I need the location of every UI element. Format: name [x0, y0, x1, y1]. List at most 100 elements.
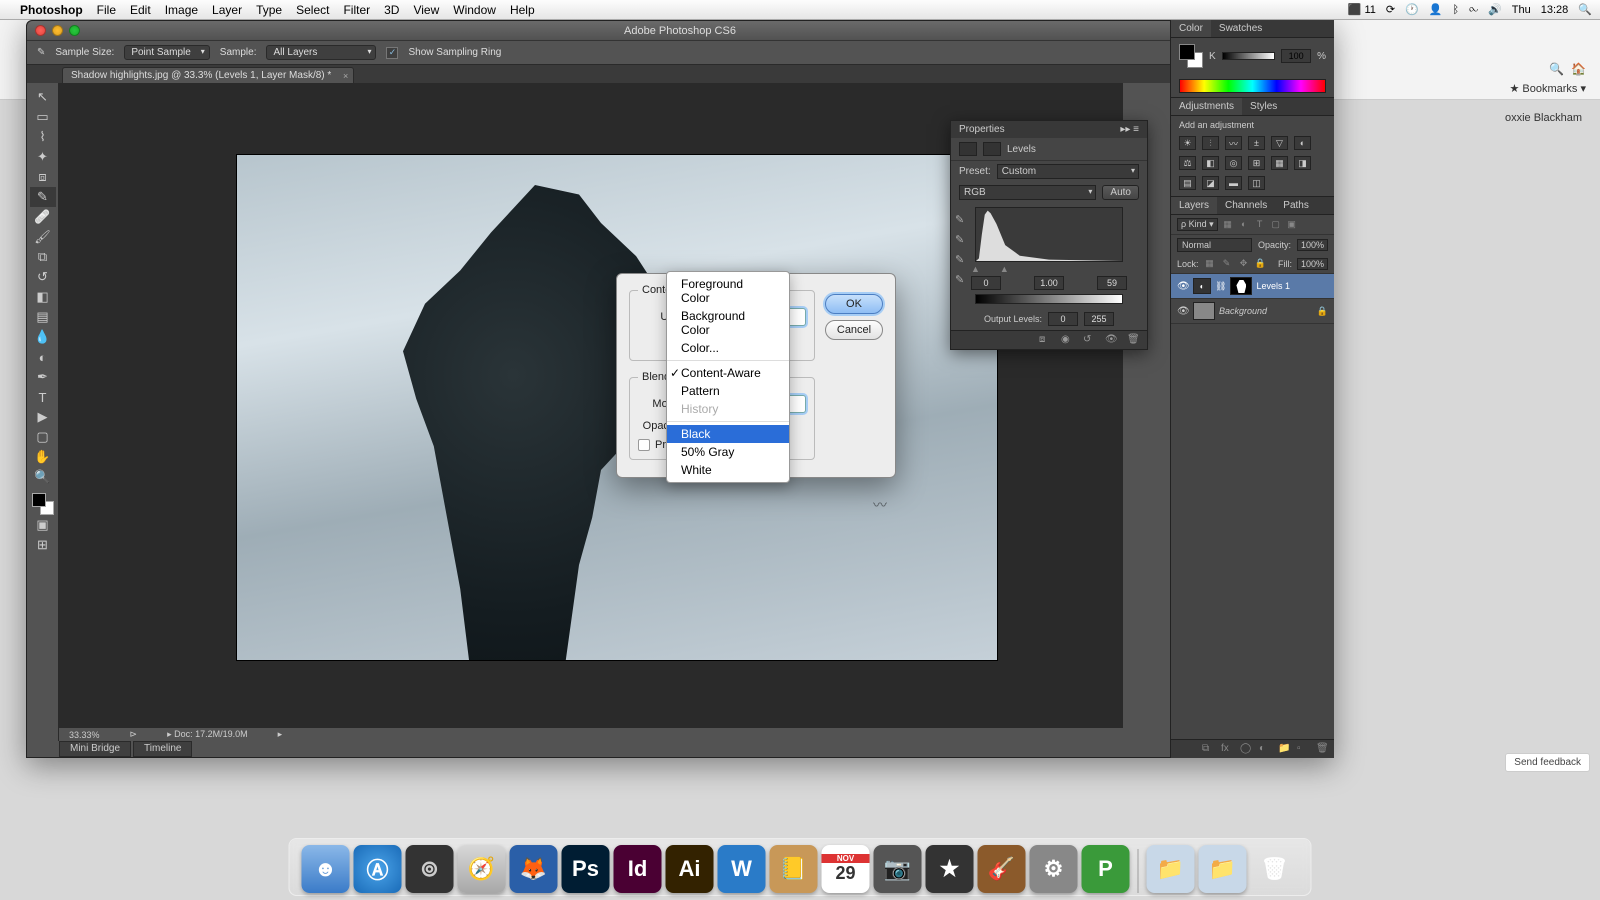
dock-folder-2[interactable]: 📁 — [1199, 845, 1247, 893]
zoom-slider-icon[interactable]: ⊳ — [130, 729, 138, 740]
menu-image[interactable]: Image — [165, 3, 198, 17]
view-previous-icon[interactable]: ◉ — [1061, 334, 1075, 346]
levels-icon[interactable] — [959, 142, 977, 156]
clip-to-layer-icon[interactable]: ⧈ — [1039, 334, 1053, 346]
home-icon[interactable]: 🏠 — [1571, 62, 1586, 76]
tab-styles[interactable]: Styles — [1242, 98, 1285, 115]
adobe-indicator[interactable]: ⬛ 11 — [1348, 3, 1376, 16]
adj-hue-icon[interactable]: ◐ — [1294, 136, 1311, 150]
sample-dropdown[interactable]: All Layers — [266, 45, 376, 60]
brush-tool[interactable]: 🖌 — [30, 227, 56, 247]
tab-paths[interactable]: Paths — [1275, 197, 1317, 214]
dodge-tool[interactable]: ◐ — [30, 347, 56, 367]
adj-selective-icon[interactable]: ◫ — [1248, 176, 1265, 190]
close-tab-icon[interactable]: × — [343, 71, 348, 81]
bookmarks-label[interactable]: Bookmarks — [1522, 83, 1577, 95]
layer-fx-icon[interactable]: fx — [1221, 743, 1233, 755]
adj-colorbalance-icon[interactable]: ⚖ — [1179, 156, 1196, 170]
lock-pixels-icon[interactable]: ✎ — [1221, 258, 1233, 270]
wifi-icon[interactable]: ⧜ — [1469, 3, 1478, 16]
tab-swatches[interactable]: Swatches — [1211, 20, 1270, 37]
fill-value[interactable]: 100% — [1297, 258, 1328, 270]
quick-mask-toggle[interactable]: ▣ — [30, 515, 56, 535]
dock-calendar[interactable]: NOV29 — [822, 845, 870, 893]
option-pattern[interactable]: Pattern — [667, 382, 789, 400]
output-gradient[interactable] — [975, 294, 1123, 304]
document-tab[interactable]: Shadow highlights.jpg @ 33.3% (Levels 1,… — [62, 67, 354, 83]
magic-wand-tool[interactable]: ✦ — [30, 147, 56, 167]
adj-bw-icon[interactable]: ◧ — [1202, 156, 1219, 170]
user-name[interactable]: oxxie Blackham — [1505, 112, 1582, 124]
hand-tool[interactable]: ✋ — [30, 447, 56, 467]
rectangle-tool[interactable]: ▢ — [30, 427, 56, 447]
dock-firefox[interactable]: 🦊 — [510, 845, 558, 893]
tab-adjustments[interactable]: Adjustments — [1171, 98, 1242, 115]
output-low[interactable] — [1048, 312, 1078, 326]
eyedropper-black-icon[interactable]: ✎ — [955, 213, 969, 227]
adj-levels-icon[interactable]: ⫶ — [1202, 136, 1219, 150]
menu-type[interactable]: Type — [256, 3, 282, 17]
opacity-value[interactable]: 100% — [1297, 239, 1328, 251]
adj-channelmix-icon[interactable]: ⊞ — [1248, 156, 1265, 170]
menu-layer[interactable]: Layer — [212, 3, 242, 17]
filter-shape-icon[interactable]: ▢ — [1270, 219, 1282, 231]
input-shadows[interactable] — [971, 276, 1001, 290]
reset-icon[interactable]: ↺ — [1083, 334, 1097, 346]
menu-window[interactable]: Window — [453, 3, 496, 17]
search-icon[interactable]: 🔍 — [1549, 62, 1564, 76]
k-slider[interactable] — [1222, 52, 1275, 60]
marquee-tool[interactable]: ▭ — [30, 107, 56, 127]
new-layer-icon[interactable]: ▫ — [1297, 743, 1309, 755]
output-high[interactable] — [1084, 312, 1114, 326]
sampling-ring-checkbox[interactable]: ✓ — [386, 47, 398, 59]
layer-name[interactable]: Levels 1 — [1256, 281, 1290, 291]
path-selection-tool[interactable]: ▶ — [30, 407, 56, 427]
input-highlights[interactable] — [1097, 276, 1127, 290]
properties-tab[interactable]: Properties — [959, 124, 1005, 135]
healing-brush-tool[interactable]: 🩹 — [30, 207, 56, 227]
adj-threshold-icon[interactable]: ◪ — [1202, 176, 1219, 190]
clock-day[interactable]: Thu — [1512, 4, 1531, 16]
dock-contacts[interactable]: 📒 — [770, 845, 818, 893]
delete-adjustment-icon[interactable]: 🗑 — [1127, 334, 1141, 346]
app-menu[interactable]: Photoshop — [20, 3, 83, 17]
pen-tool[interactable]: ✒ — [30, 367, 56, 387]
clock-icon[interactable]: 🕐 — [1405, 3, 1419, 16]
tab-layers[interactable]: Layers — [1171, 197, 1217, 214]
tab-color[interactable]: Color — [1171, 20, 1211, 37]
auto-button[interactable]: Auto — [1102, 185, 1139, 200]
volume-icon[interactable]: 🔊 — [1488, 3, 1502, 16]
dock-photobooth[interactable]: 📷 — [874, 845, 922, 893]
menu-help[interactable]: Help — [510, 3, 535, 17]
menu-view[interactable]: View — [413, 3, 439, 17]
add-mask-icon[interactable]: ◯ — [1240, 743, 1252, 755]
blur-tool[interactable]: 💧 — [30, 327, 56, 347]
option-color[interactable]: Color... — [667, 339, 789, 357]
option-content-aware[interactable]: Content-Aware — [667, 364, 789, 382]
lock-transparent-icon[interactable]: ▦ — [1204, 258, 1216, 270]
layer-levels-1[interactable]: 👁 ◐ ⛓ Levels 1 — [1171, 274, 1334, 299]
dock-dashboard[interactable]: ⊚ — [406, 845, 454, 893]
type-tool[interactable]: T — [30, 387, 56, 407]
layer-name[interactable]: Background — [1219, 306, 1267, 316]
close-window[interactable] — [35, 25, 46, 36]
eyedropper-sample-icon[interactable]: ✎ — [955, 273, 969, 287]
adj-posterize-icon[interactable]: ▤ — [1179, 176, 1196, 190]
dock-word[interactable]: W — [718, 845, 766, 893]
spotlight-icon[interactable]: 🔍 — [1578, 3, 1592, 16]
eyedropper-gray-icon[interactable]: ✎ — [955, 233, 969, 247]
send-feedback-button[interactable]: Send feedback — [1505, 753, 1590, 772]
eraser-tool[interactable]: ◧ — [30, 287, 56, 307]
filter-smart-icon[interactable]: ▣ — [1286, 219, 1298, 231]
dock-app-green[interactable]: P — [1082, 845, 1130, 893]
tab-timeline[interactable]: Timeline — [133, 741, 192, 757]
zoom-window[interactable] — [69, 25, 80, 36]
adj-photofilter-icon[interactable]: ◎ — [1225, 156, 1242, 170]
layer-visibility-icon[interactable]: 👁 — [1177, 281, 1189, 292]
dock-imovie[interactable]: ★ — [926, 845, 974, 893]
input-midtones[interactable] — [1034, 276, 1064, 290]
k-value[interactable] — [1281, 49, 1311, 63]
channel-dropdown[interactable]: RGB — [959, 185, 1096, 200]
foreground-color-swatch[interactable] — [32, 493, 46, 507]
minimize-window[interactable] — [52, 25, 63, 36]
